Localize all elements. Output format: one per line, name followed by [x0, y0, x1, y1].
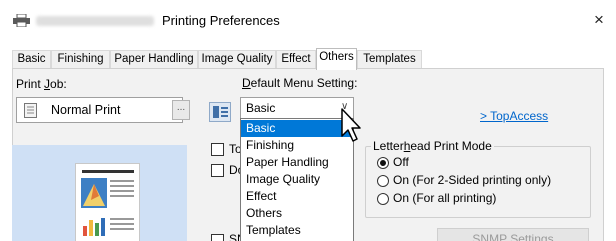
option-paper-handling[interactable]: Paper Handling [241, 154, 353, 171]
default-menu-value: Basic [246, 101, 276, 115]
page-preview [12, 145, 187, 241]
radio-letterhead-2sided-label: On (For 2-Sided printing only) [393, 173, 552, 187]
tab-templates[interactable]: Templates [357, 50, 422, 69]
window-title: Printing Preferences [162, 13, 280, 28]
tab-basic[interactable]: Basic [12, 50, 51, 69]
mouse-cursor-icon [341, 108, 361, 142]
tab-image-quality[interactable]: Image Quality [198, 50, 276, 69]
document-icon [24, 103, 37, 118]
tab-paper-handling[interactable]: Paper Handling [110, 50, 198, 69]
default-menu-options: Basic Finishing Paper Handling Image Qua… [240, 118, 354, 241]
menu-settings-icon [209, 102, 231, 122]
option-templates[interactable]: Templates [241, 222, 353, 239]
letterhead-legend: Letterhead Print Mode [371, 139, 494, 153]
print-job-value: Normal Print [51, 103, 121, 117]
preview-image-icon [81, 178, 107, 208]
checkbox-to[interactable] [211, 143, 224, 156]
option-image-quality[interactable]: Image Quality [241, 171, 353, 188]
option-others[interactable]: Others [241, 205, 353, 222]
radio-letterhead-all-label: On (For all printing) [393, 191, 497, 205]
option-effect[interactable]: Effect [241, 188, 353, 205]
print-job-select[interactable]: Normal Print ∨ [16, 97, 183, 123]
preview-bar-chart-icon [83, 218, 105, 236]
topaccess-link[interactable]: > TopAccess [480, 109, 548, 123]
radio-letterhead-2sided[interactable] [377, 175, 389, 187]
print-job-label: Print Job: [16, 77, 67, 91]
tab-others[interactable]: Others [316, 48, 357, 70]
default-menu-select[interactable]: Basic ∨ [240, 97, 354, 119]
print-job-more-button[interactable]: ... [172, 100, 190, 120]
option-finishing[interactable]: Finishing [241, 137, 353, 154]
radio-letterhead-all[interactable] [377, 193, 389, 205]
default-menu-label: Default Menu Setting: [242, 76, 358, 90]
printer-icon [13, 14, 30, 27]
radio-letterhead-off[interactable] [377, 157, 389, 169]
preview-paper [75, 163, 140, 241]
close-button[interactable]: × [594, 10, 604, 30]
redacted-printer-name [36, 16, 154, 26]
checkbox-sn[interactable] [211, 234, 224, 241]
snmp-settings-button[interactable]: SNMP Settings [437, 228, 589, 241]
radio-letterhead-off-label: Off [393, 155, 409, 169]
title-bar: Printing Preferences × [0, 0, 616, 42]
tab-effect[interactable]: Effect [276, 50, 316, 69]
tab-finishing[interactable]: Finishing [51, 50, 110, 69]
option-basic[interactable]: Basic [241, 120, 353, 137]
checkbox-do[interactable] [211, 164, 224, 177]
